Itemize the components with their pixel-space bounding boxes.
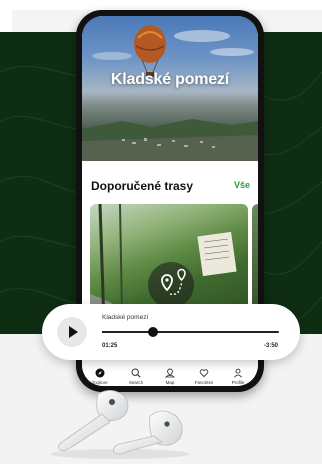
landscape — [82, 119, 258, 161]
hero-image: Kladské pomezí — [82, 16, 258, 161]
route-pin-icon — [161, 268, 186, 296]
airpods-image — [50, 390, 190, 459]
tab-profile[interactable]: Profile — [222, 368, 254, 385]
remaining-time: -3:50 — [263, 343, 278, 349]
play-icon — [69, 326, 78, 338]
progress-fill — [102, 331, 154, 333]
audio-player: Kladské pomezí 01:25 -3:50 — [42, 304, 300, 360]
progress-thumb[interactable] — [148, 327, 159, 337]
heart-icon — [199, 369, 209, 378]
promo-scene: Kladské pomezí Doporučené trasy Vše Expl… — [0, 0, 322, 464]
see-all-link[interactable]: Vše — [234, 180, 250, 190]
progress-track[interactable] — [102, 327, 279, 337]
tab-label: Profile — [231, 380, 245, 385]
recommended-routes-header: Doporučené trasy Vše — [82, 164, 258, 204]
track-title: Kladské pomezí — [102, 314, 149, 321]
play-button[interactable] — [57, 317, 87, 347]
hero-title: Kladské pomezí — [110, 71, 230, 88]
section-title: Doporučené trasy — [91, 179, 194, 193]
elapsed-time: 01:25 — [102, 343, 118, 349]
route-badge — [148, 262, 194, 308]
profile-icon — [234, 368, 242, 378]
